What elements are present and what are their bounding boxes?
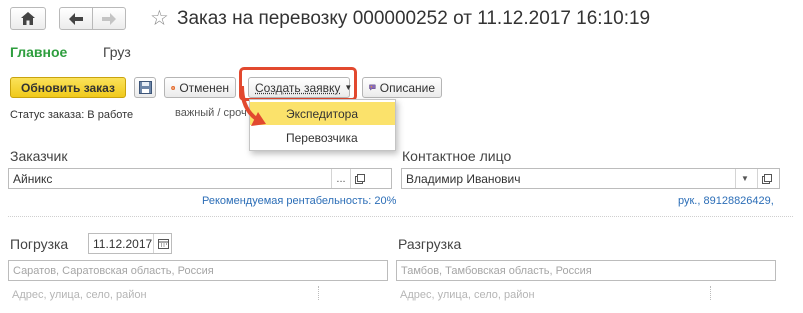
unloading-label: Разгрузка: [398, 236, 462, 252]
unloading-street-placeholder[interactable]: Адрес, улица, село, район: [400, 289, 535, 301]
cancel-button[interactable]: Отменен: [164, 77, 236, 98]
customer-more-button[interactable]: ...: [331, 169, 350, 188]
cancel-label: Отменен: [179, 80, 229, 95]
loading-address-value: Саратов, Саратовская область, Россия: [13, 264, 214, 277]
home-icon: [21, 12, 35, 25]
page-title: Заказ на перевозку 000000252 от 11.12.20…: [177, 8, 651, 29]
customer-value: Айникс: [13, 171, 53, 186]
recommended-profitability-link[interactable]: Рекомендуемая рентабельность: 20%: [202, 195, 396, 207]
refresh-order-button[interactable]: Обновить заказ: [10, 77, 126, 98]
customer-label: Заказчик: [10, 148, 68, 164]
loading-address-field[interactable]: Саратов, Саратовская область, Россия: [8, 260, 388, 281]
contact-label: Контактное лицо: [402, 148, 512, 164]
unloading-address-value: Тамбов, Тамбовская область, Россия: [401, 264, 592, 277]
description-button[interactable]: Описание: [362, 77, 442, 98]
tab-cargo[interactable]: Груз: [103, 44, 131, 60]
contact-field[interactable]: Владимир Иванович ▼: [401, 168, 780, 189]
unloading-street-separator: [710, 286, 711, 300]
cancel-x-icon: [171, 85, 176, 90]
star-icon[interactable]: ☆: [150, 6, 169, 31]
refresh-order-label: Обновить заказ: [21, 80, 115, 95]
unloading-address-field[interactable]: Тамбов, Тамбовская область, Россия: [396, 260, 776, 281]
forward-button[interactable]: [92, 7, 126, 30]
section-divider: [8, 216, 793, 217]
speech-bubble-icon: [369, 84, 376, 91]
description-label: Описание: [379, 80, 435, 95]
loading-label: Погрузка: [10, 236, 69, 252]
contact-phone-link[interactable]: рук., 89128826429,: [678, 195, 774, 207]
order-status: Статус заказа: В работе: [10, 109, 134, 121]
loading-street-placeholder[interactable]: Адрес, улица, село, район: [12, 289, 147, 301]
save-icon: [138, 81, 152, 94]
arrow-right-icon: [102, 12, 116, 25]
loading-street-separator: [318, 286, 319, 300]
loading-date-field[interactable]: 11.12.2017: [88, 233, 172, 254]
tab-main[interactable]: Главное: [10, 44, 67, 60]
customer-open-icon[interactable]: [350, 169, 369, 188]
annotation-arrow-icon: [240, 85, 266, 126]
arrow-left-icon: [69, 12, 83, 25]
contact-open-icon[interactable]: [757, 169, 776, 188]
loading-date-value: 11.12.2017: [93, 236, 153, 251]
calendar-icon[interactable]: [153, 234, 172, 253]
customer-field[interactable]: Айникс ...: [8, 168, 392, 189]
home-button[interactable]: [10, 7, 46, 30]
save-button[interactable]: [134, 77, 156, 98]
contact-dropdown-icon[interactable]: ▼: [735, 169, 754, 188]
contact-value: Владимир Иванович: [406, 171, 521, 186]
back-button[interactable]: [59, 7, 93, 30]
